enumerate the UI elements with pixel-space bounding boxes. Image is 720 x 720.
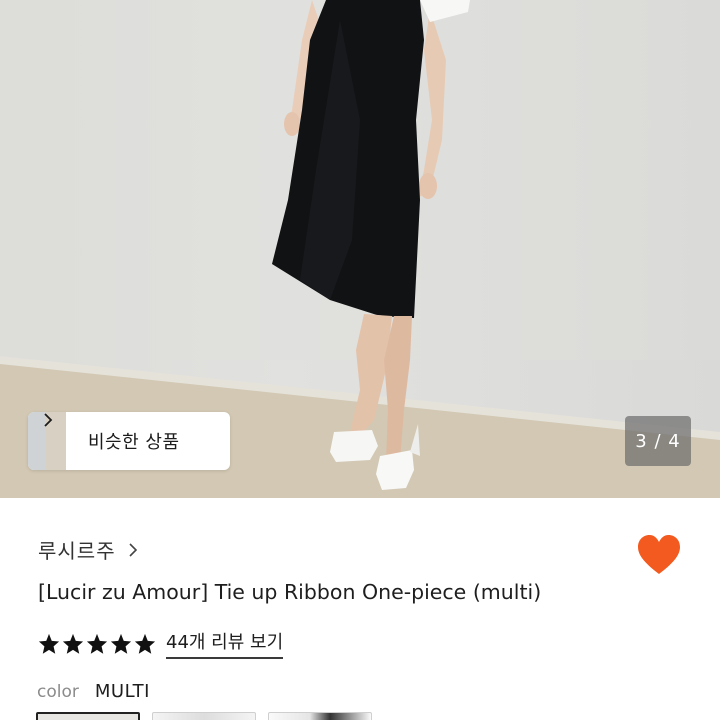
color-option-row: color MULTI <box>37 681 150 702</box>
similar-products-button[interactable]: 비슷한 상품 <box>28 412 230 470</box>
chevron-right-icon <box>44 413 53 427</box>
color-swatch[interactable] <box>36 712 140 720</box>
color-swatch[interactable] <box>268 712 372 720</box>
star-icon <box>134 633 156 654</box>
color-swatch-list <box>36 712 372 720</box>
star-icon <box>86 633 108 654</box>
star-rating <box>38 633 156 655</box>
heart-icon[interactable] <box>636 534 682 576</box>
product-title: [Lucir zu Amour] Tie up Ribbon One-piece… <box>38 580 542 604</box>
star-icon <box>62 633 84 654</box>
color-swatch[interactable] <box>152 712 256 720</box>
chevron-right-icon <box>129 542 137 557</box>
brand-name: 루시르주 <box>38 539 116 563</box>
star-icon <box>110 633 132 654</box>
color-label: color <box>37 682 79 702</box>
rating-row: 44개 리뷰 보기 <box>38 628 284 659</box>
color-value: MULTI <box>94 681 150 702</box>
star-icon <box>38 633 60 654</box>
reviews-link[interactable]: 44개 리뷰 보기 <box>166 628 284 659</box>
product-image-gallery[interactable]: 비슷한 상품 3 / 4 <box>0 0 720 498</box>
image-page-counter: 3 / 4 <box>625 416 691 466</box>
brand-link[interactable]: 루시르주 <box>38 535 140 564</box>
similar-products-label: 비슷한 상품 <box>88 432 180 453</box>
